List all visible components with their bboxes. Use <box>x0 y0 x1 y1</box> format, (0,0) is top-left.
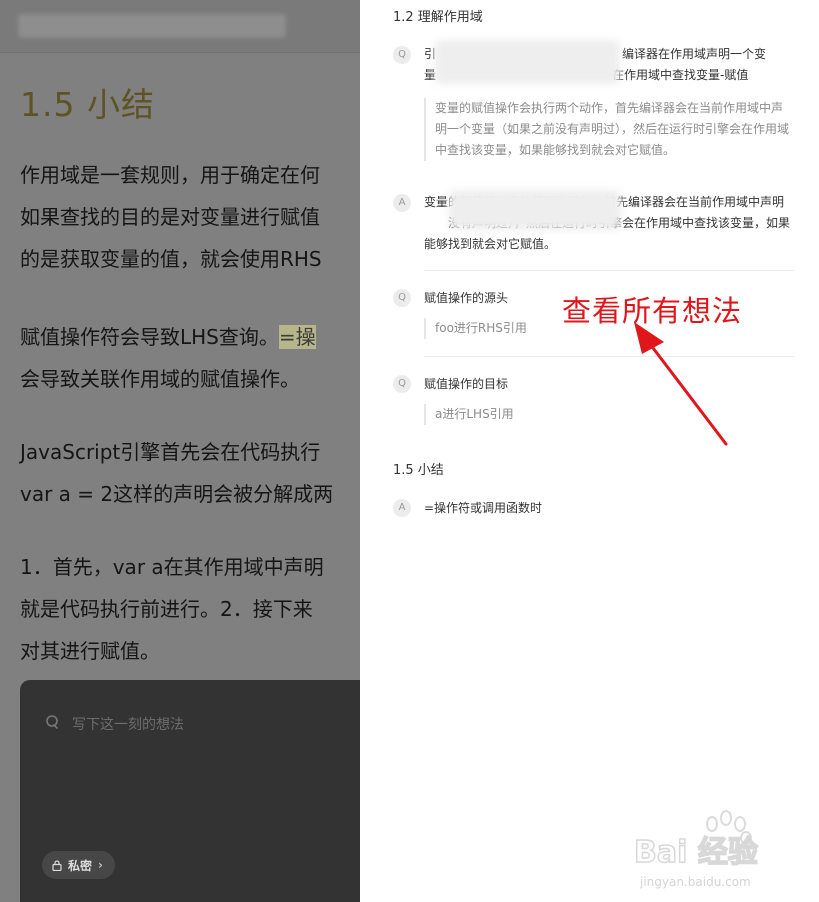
paragraph-2-start: 赋值操作符会导致LHS查询。 <box>20 325 279 349</box>
paragraph-3: JavaScript引擎首先会在代码执行 var a = 2这样的声明会被分解成… <box>20 440 334 506</box>
item1-text-b: 编译器在作用域声明一个变 <box>622 47 767 61</box>
annotation-arrow-icon <box>634 322 728 446</box>
thought-item-1[interactable]: Q 引编译器在作用域声明一个变 量在作用域中查找变量-赋值 变量的赋值操作会执行… <box>393 40 794 164</box>
reader-overlay[interactable]: 1.5 小结 作用域是一套规则，用于确定在何 如果查找的目的是对变量进行赋值 的… <box>0 0 360 902</box>
paragraph-1: 作用域是一套规则，用于确定在何 如果查找的目的是对变量进行赋值 的是获取变量的值… <box>20 163 322 271</box>
question-badge-icon: Q <box>393 375 411 393</box>
answer-badge-icon: A <box>393 194 411 212</box>
item1-quote: 变量的赋值操作会执行两个动作，首先编译器会在当前作用域中声明一个变量（如果之前没… <box>424 98 794 161</box>
thought-item-5[interactable]: A =操作符或调用函数时 <box>393 498 793 524</box>
thoughts-panel: 1.2 理解作用域 Q 引编译器在作用域声明一个变 量在作用域中查找变量-赋值 … <box>360 0 819 902</box>
lock-icon <box>52 859 62 871</box>
highlighted-text[interactable]: =操 <box>278 325 316 349</box>
item1-text-d: 在作用域中查找变量-赋值 <box>612 68 749 82</box>
reader-top-bar <box>0 0 360 53</box>
privacy-toggle-button[interactable]: 私密 › <box>42 851 115 879</box>
baidu-jingyan-watermark-icon: Bai 经验 jingyan.baidu.com <box>633 810 759 889</box>
redacted-area-2 <box>449 190 621 230</box>
item5-text: =操作符或调用函数时 <box>424 501 543 515</box>
paragraph-4: 1．首先，var a在其作用域中声明 就是代码执行前进行。2．接下来 对其进行赋… <box>20 555 324 663</box>
thought-item-2[interactable]: A 变量的赋值操作会执行两个动作，首先编译器会在当前作用域中声明没有声明过），然… <box>393 190 793 262</box>
thought-input-placeholder[interactable]: 写下这一刻的想法 <box>72 714 184 734</box>
thought-pen-icon <box>46 715 58 729</box>
question-badge-icon: Q <box>393 46 411 64</box>
thought-editor[interactable]: 写下这一刻的想法 私密 › <box>20 680 360 902</box>
paragraph-2-end: 会导致关联作用域的赋值操作。 <box>20 367 300 391</box>
redacted-area <box>435 40 620 84</box>
section-title-1-2: 1.2 理解作用域 <box>393 10 483 25</box>
watermark-url: jingyan.baidu.com <box>639 875 751 889</box>
section-title-1-5: 1.5 小结 <box>393 463 444 478</box>
privacy-label: 私密 <box>68 858 93 873</box>
chevron-right-icon: › <box>98 858 103 872</box>
watermark-brand: Bai 经验 <box>634 835 758 870</box>
divider <box>424 270 794 271</box>
blurred-book-title <box>18 14 286 38</box>
chapter-title: 1.5 小结 <box>20 85 155 124</box>
paragraph-2: 赋值操作符会导致LHS查询。=操 会导致关联作用域的赋值操作。 <box>20 316 316 400</box>
question-badge-icon: Q <box>393 289 411 307</box>
answer-badge-icon: A <box>393 499 411 517</box>
